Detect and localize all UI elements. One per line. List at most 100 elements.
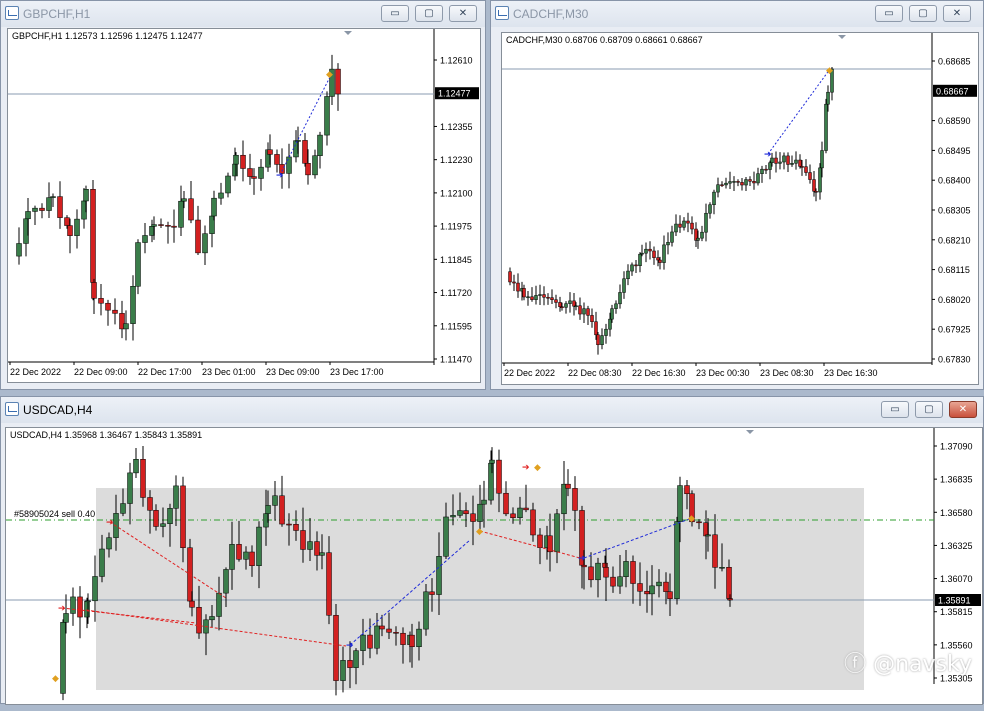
- candle-body: [256, 526, 262, 566]
- shift-marker: [344, 31, 352, 35]
- minimize-button[interactable]: ▭: [381, 5, 409, 22]
- gbpchf-chart-svg[interactable]: 1.12610 1.12477 1.12355 1.12230 1.12100 1.119…: [8, 29, 480, 382]
- price-label: 1.11975: [440, 222, 472, 232]
- candle-body: [436, 556, 442, 595]
- candle-body: [640, 252, 644, 255]
- candle-body: [719, 567, 725, 569]
- candle-body: [317, 134, 323, 156]
- gbpchf-chart[interactable]: 1.12610 1.12477 1.12355 1.12230 1.12100 1.119…: [7, 28, 481, 383]
- close-button[interactable]: ✕: [949, 401, 977, 418]
- candle-body: [151, 224, 157, 227]
- gbpchf-window[interactable]: GBPCHF,H1 ▭ ▢ ✕ 1.12610 1.12477 1.12355 1.1…: [0, 0, 486, 390]
- candle-body: [705, 534, 711, 537]
- candle-body: [503, 492, 509, 515]
- candle-body: [232, 163, 238, 177]
- candle-body: [560, 306, 564, 308]
- candle-body: [594, 321, 598, 336]
- candle-body: [133, 459, 139, 474]
- candle-body: [732, 181, 736, 183]
- time-label: 22 Dec 2022: [10, 367, 61, 377]
- candle-body: [523, 507, 529, 511]
- candle-body: [526, 296, 530, 299]
- maximize-button[interactable]: ▢: [915, 401, 943, 418]
- maximize-button[interactable]: ▢: [909, 5, 937, 22]
- gbpchf-titlebar[interactable]: GBPCHF,H1 ▭ ▢ ✕: [1, 1, 485, 27]
- candle-body: [534, 295, 538, 300]
- candle-body: [682, 220, 686, 228]
- maximize-button[interactable]: ▢: [415, 5, 443, 22]
- time-label: 23 Dec 17:00: [330, 367, 384, 377]
- close-marker-icon: ◆: [534, 462, 541, 472]
- candle-body: [64, 217, 70, 226]
- candle-body: [274, 154, 280, 165]
- cadchf-window[interactable]: CADCHF,M30 ▭ ▢ ✕ 0.68685 0.68667 0.68590 0.…: [490, 0, 984, 390]
- sell-arrow-icon: ➔: [58, 603, 66, 613]
- price-label: 0.68495: [938, 146, 971, 156]
- candle-body: [678, 223, 682, 228]
- candle-body: [716, 184, 720, 193]
- usdcad-chart-svg[interactable]: 1.37090 1.36835 1.36580 1.36325 1.36070 1.358…: [6, 428, 982, 706]
- candle-body: [508, 271, 512, 283]
- price-label: 0.68685: [938, 57, 971, 67]
- minimize-button[interactable]: ▭: [881, 401, 909, 418]
- cadchf-titlebar[interactable]: CADCHF,M30 ▭ ▢ ✕: [491, 1, 983, 27]
- candle-body: [610, 308, 614, 320]
- candle-body: [768, 162, 772, 170]
- candle-body: [324, 96, 330, 136]
- price-label: 0.68400: [938, 176, 971, 186]
- time-label: 23 Dec 00:30: [696, 368, 750, 378]
- candle-body: [756, 173, 760, 184]
- candle-body: [663, 581, 669, 592]
- candle-body: [32, 207, 38, 212]
- candle-body: [512, 281, 516, 284]
- candle-body: [60, 622, 66, 694]
- candle-body: [189, 600, 195, 608]
- candle-body: [564, 303, 568, 308]
- candle-body: [798, 159, 802, 167]
- candle-body: [808, 172, 812, 180]
- cadchf-chart[interactable]: 0.68685 0.68667 0.68590 0.68495 0.68400 0.683…: [501, 32, 979, 385]
- candle-body: [326, 552, 332, 616]
- candle-body: [736, 181, 740, 183]
- candle-body: [167, 508, 173, 524]
- candle-body: [293, 524, 299, 531]
- candle-body: [211, 197, 217, 217]
- candle-body: [726, 567, 732, 599]
- chart-window-icon: [5, 6, 19, 20]
- candle-body: [748, 179, 752, 182]
- time-label: 23 Dec 01:00: [202, 367, 256, 377]
- candle-body: [267, 149, 273, 155]
- candle-body: [546, 296, 550, 299]
- candle-body: [542, 294, 546, 298]
- candle-body: [393, 632, 399, 634]
- sell-arrow-icon: ➔: [522, 462, 530, 472]
- close-button[interactable]: ✕: [943, 5, 971, 22]
- candle-body: [477, 503, 483, 522]
- candle-body: [386, 628, 392, 633]
- candle-body: [379, 625, 385, 630]
- usdcad-chart[interactable]: 1.37090 1.36835 1.36580 1.36325 1.36070 1.358…: [5, 427, 983, 705]
- candle-body: [662, 244, 666, 263]
- candle-body: [744, 179, 748, 186]
- candle-body: [727, 598, 733, 601]
- candle-body: [400, 632, 406, 645]
- trade-line: [767, 68, 831, 155]
- candle-body: [674, 223, 678, 233]
- usdcad-window[interactable]: USDCAD,H4 ▭ ▢ ✕ 1.37090 1.36835 1.36580 1.3…: [0, 396, 984, 705]
- candle-body: [360, 634, 366, 651]
- close-button[interactable]: ✕: [449, 5, 477, 22]
- candle-body: [416, 628, 422, 647]
- sell-arrow-icon: ➔: [106, 517, 114, 527]
- cadchf-chart-svg[interactable]: 0.68685 0.68667 0.68590 0.68495 0.68400 0.683…: [502, 33, 978, 384]
- minimize-button[interactable]: ▭: [875, 5, 903, 22]
- candle-body: [684, 485, 690, 495]
- chart-window-icon: [5, 402, 19, 416]
- candle-body: [644, 248, 648, 254]
- candle-body: [656, 257, 660, 261]
- usdcad-titlebar[interactable]: USDCAD,H4 ▭ ▢ ✕: [1, 397, 983, 423]
- candle-body: [617, 576, 623, 587]
- candle-body: [572, 488, 578, 511]
- candle-body: [686, 220, 690, 224]
- candle-body: [622, 278, 626, 293]
- candle-body: [700, 231, 704, 239]
